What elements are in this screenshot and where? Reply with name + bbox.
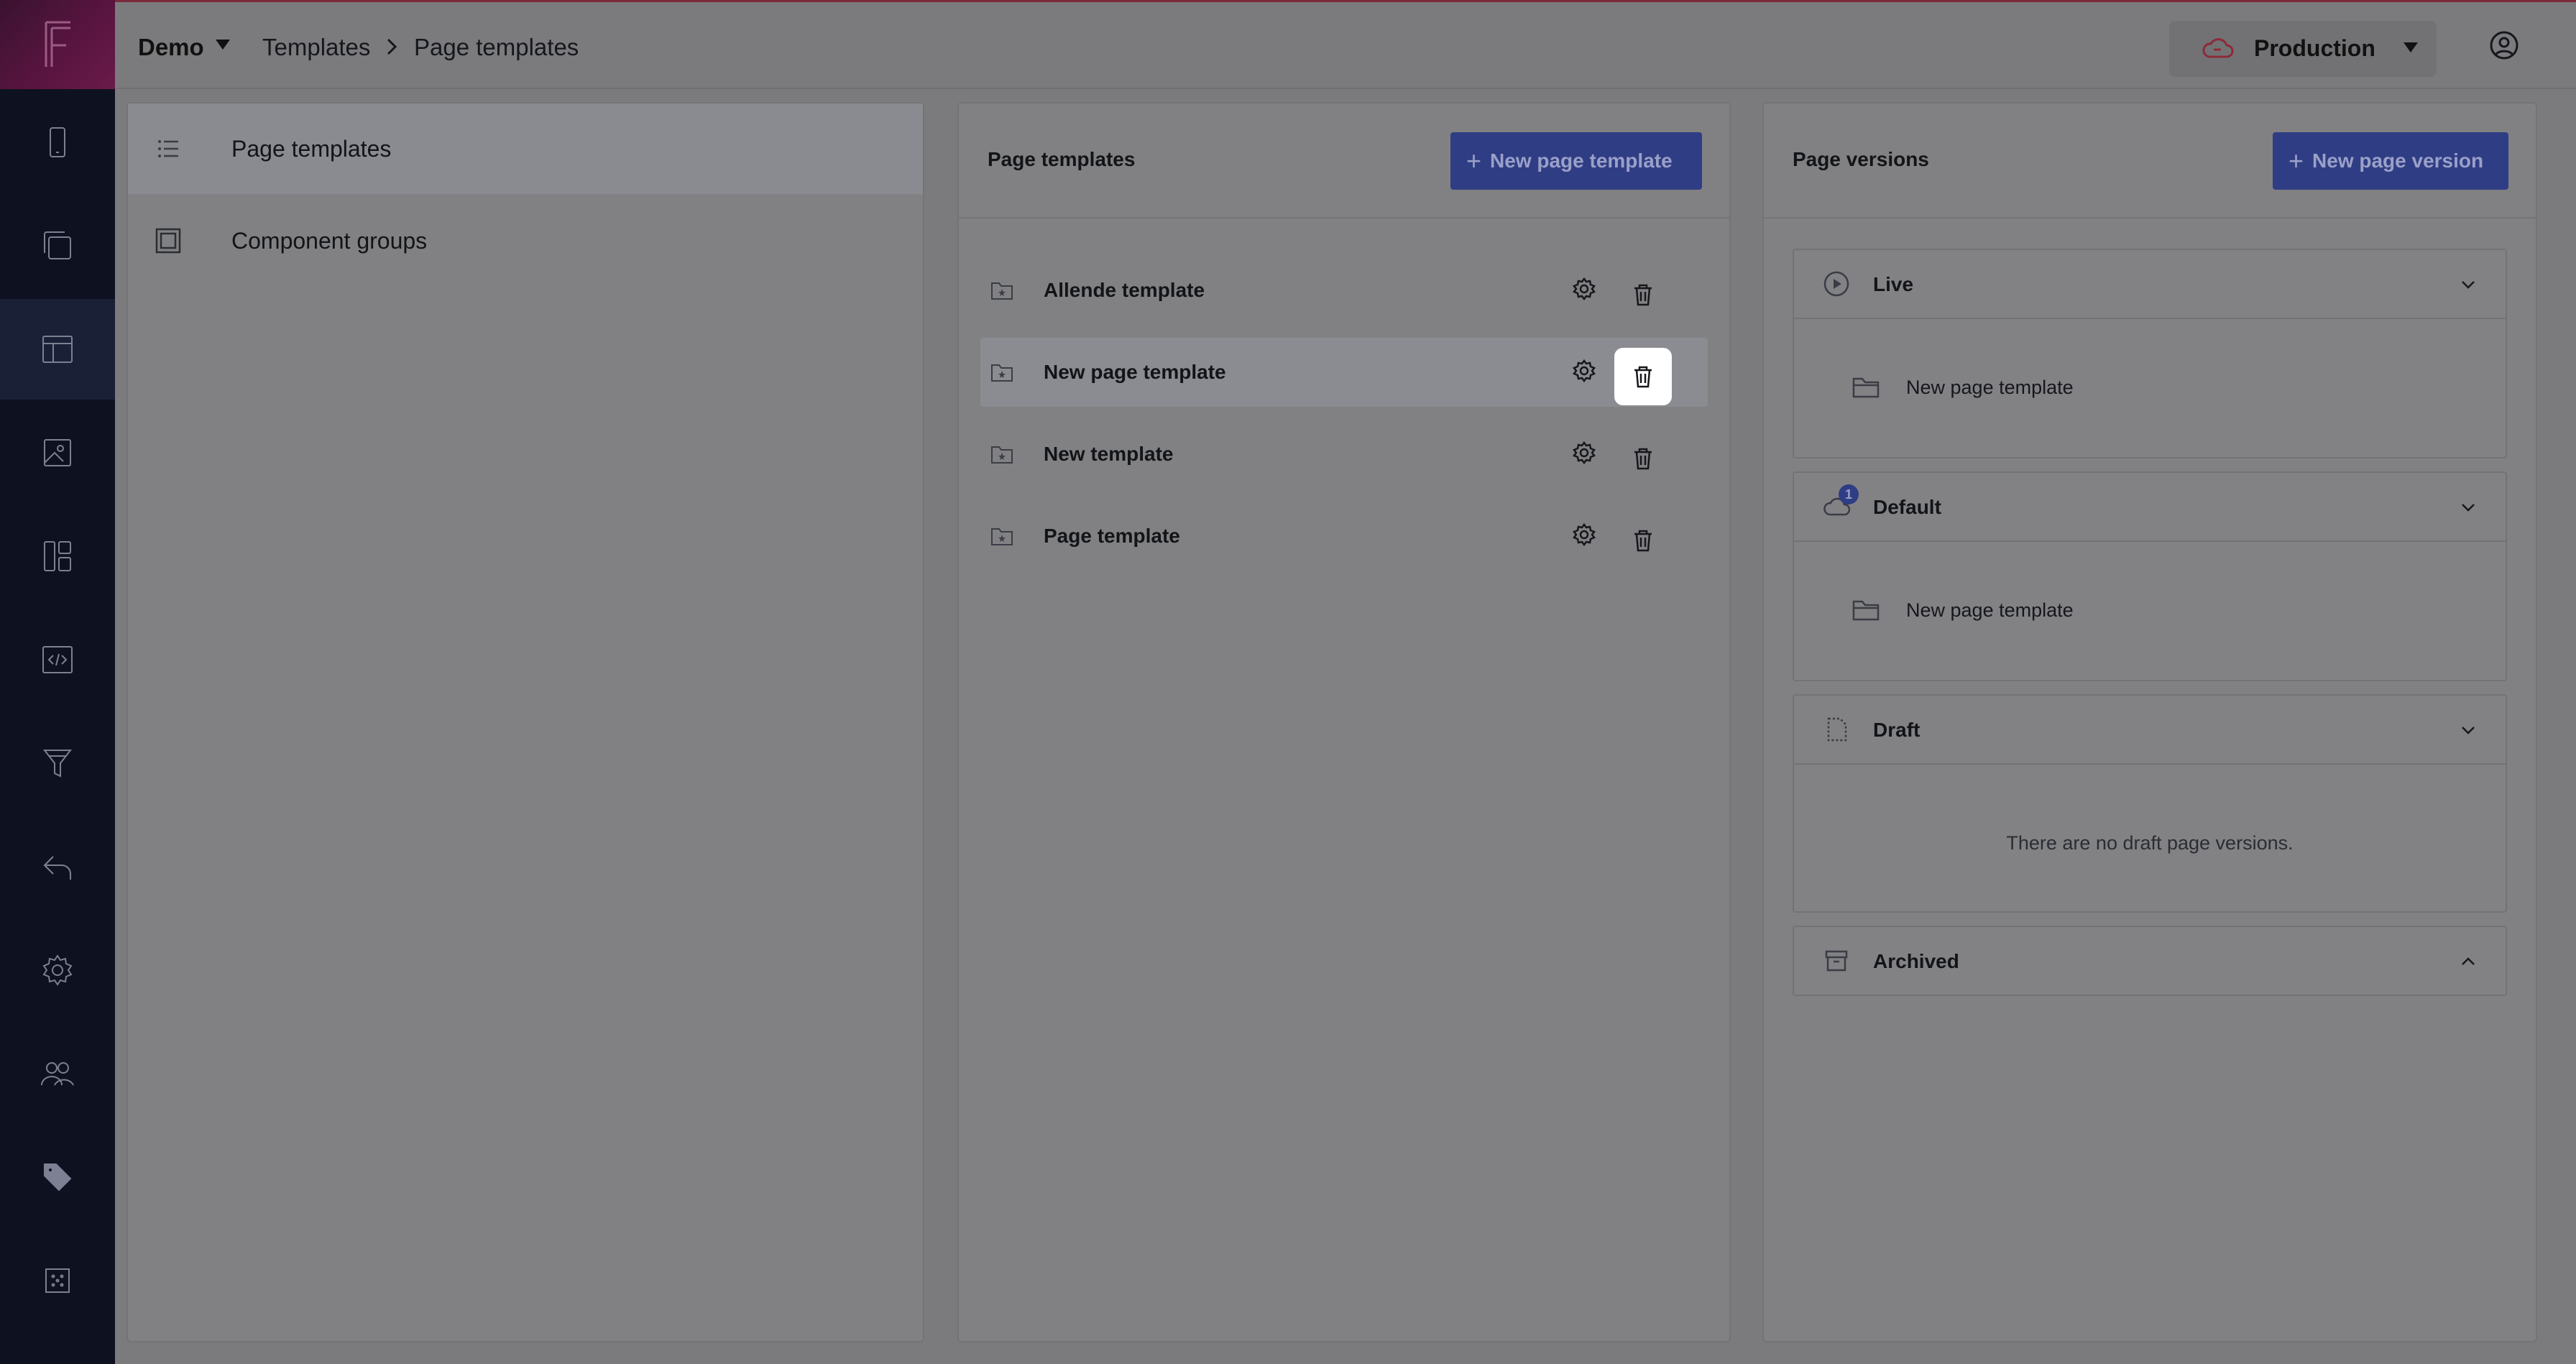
- nav-item-label: Page templates: [231, 135, 392, 162]
- template-name: New template: [1044, 443, 1174, 465]
- delete-button[interactable]: [1614, 266, 1672, 323]
- cloud-off-icon: [2202, 38, 2234, 58]
- new-page-template-button[interactable]: + New page template: [1450, 132, 1702, 190]
- rail-layout-icon[interactable]: [0, 506, 115, 607]
- component-box-icon: [155, 228, 181, 254]
- template-row[interactable]: Allende template: [980, 256, 1708, 325]
- folder-icon: [1852, 600, 1880, 621]
- app-rail: [0, 0, 115, 1364]
- folder-icon: [1852, 377, 1880, 398]
- templates-nav-panel: Page templates Component groups: [126, 102, 924, 1342]
- template-name: Page template: [1044, 525, 1180, 547]
- rail-copy-icon[interactable]: [0, 195, 115, 296]
- template-row[interactable]: Page template: [980, 502, 1708, 571]
- user-account-icon[interactable]: [2488, 29, 2520, 61]
- app-logo[interactable]: [0, 0, 115, 89]
- rail-undo-icon[interactable]: [0, 816, 115, 917]
- settings-gear-icon[interactable]: [1571, 522, 1597, 548]
- template-name: Allende template: [1044, 279, 1205, 301]
- section-title: Archived: [1873, 950, 1959, 972]
- caret-down-icon: [2404, 42, 2418, 52]
- plus-icon: +: [1466, 146, 1482, 175]
- section-title: Draft: [1873, 719, 1920, 741]
- rail-filter-icon[interactable]: [0, 713, 115, 814]
- template-name: New page template: [1044, 361, 1226, 383]
- live-section-header[interactable]: Live: [1794, 250, 2506, 319]
- rail-code-icon[interactable]: [0, 609, 115, 710]
- default-section: 1 Default New page template: [1793, 471, 2507, 681]
- count-badge: 1: [1839, 484, 1859, 504]
- settings-gear-icon[interactable]: [1571, 440, 1597, 466]
- draft-section-header[interactable]: Draft: [1794, 696, 2506, 765]
- delete-button[interactable]: [1614, 348, 1672, 405]
- environment-label: Production: [2254, 35, 2375, 61]
- chevron-down-icon: [2462, 281, 2475, 289]
- panel-header: Page versions + New page version: [1764, 103, 2536, 218]
- caret-down-icon[interactable]: [216, 40, 230, 50]
- trash-icon: [1634, 530, 1652, 552]
- draft-section: Draft There are no draft page versions.: [1793, 694, 2507, 913]
- archived-section-header[interactable]: Archived: [1794, 927, 2506, 996]
- rail-templates-icon[interactable]: [0, 299, 115, 400]
- live-section: Live New page template: [1793, 249, 2507, 458]
- section-title: Live: [1873, 273, 1914, 295]
- rail-devices-icon[interactable]: [0, 92, 115, 193]
- trash-icon: [1634, 284, 1652, 306]
- chevron-right-icon: [387, 38, 397, 55]
- rail-media-icon[interactable]: [0, 402, 115, 503]
- draft-file-icon: [1827, 717, 1847, 742]
- chevron-down-icon: [2462, 727, 2475, 734]
- play-circle-icon: [1823, 271, 1849, 297]
- project-switcher[interactable]: Demo: [138, 34, 204, 61]
- empty-state-text: There are no draft page versions.: [2006, 832, 2294, 854]
- nav-item-label: Component groups: [231, 227, 428, 254]
- settings-gear-icon[interactable]: [1571, 358, 1597, 384]
- rail-grid-icon[interactable]: [0, 1230, 115, 1331]
- plus-icon: +: [2288, 146, 2304, 175]
- default-section-header[interactable]: 1 Default: [1794, 473, 2506, 542]
- list-icon: [158, 140, 178, 157]
- rail-tags-icon[interactable]: [0, 1127, 115, 1227]
- trash-icon: [1634, 448, 1652, 470]
- settings-gear-icon[interactable]: [1571, 276, 1597, 302]
- new-page-version-button[interactable]: + New page version: [2273, 132, 2508, 190]
- archived-section: Archived: [1793, 926, 2507, 996]
- archive-box-icon: [1825, 950, 1848, 972]
- template-row[interactable]: New page template: [980, 338, 1708, 407]
- trash-icon: [1634, 366, 1652, 388]
- breadcrumb-page-templates: Page templates: [414, 34, 579, 60]
- folder-star-icon: [991, 364, 1013, 382]
- breadcrumb-templates[interactable]: Templates: [262, 34, 370, 61]
- environment-switcher[interactable]: Production: [2169, 21, 2437, 77]
- rail-users-icon[interactable]: [0, 1023, 115, 1124]
- page-versions-panel: Page versions + New page version Live Ne…: [1762, 102, 2537, 1342]
- page-templates-panel: Page templates + New page template Allen…: [957, 102, 1731, 1342]
- chevron-up-icon: [2462, 957, 2475, 965]
- folder-star-icon: [991, 446, 1013, 464]
- template-row[interactable]: New template: [980, 420, 1708, 489]
- nav-item-page-templates[interactable]: Page templates: [128, 103, 923, 194]
- top-bar: Demo Templates Page templates Production: [115, 0, 2576, 89]
- panel-title: Page versions: [1793, 148, 1929, 170]
- folder-star-icon: [991, 282, 1013, 300]
- chevron-down-icon: [2462, 504, 2475, 512]
- folder-star-icon: [991, 528, 1013, 545]
- panel-title: Page templates: [988, 148, 1136, 170]
- delete-button[interactable]: [1614, 430, 1672, 487]
- logo-icon: [45, 21, 70, 67]
- section-title: Default: [1873, 496, 1941, 518]
- delete-button[interactable]: [1614, 512, 1672, 569]
- nav-item-component-groups[interactable]: Component groups: [128, 195, 923, 286]
- panel-header: Page templates + New page template: [959, 103, 1729, 218]
- rail-settings-icon[interactable]: [0, 920, 115, 1020]
